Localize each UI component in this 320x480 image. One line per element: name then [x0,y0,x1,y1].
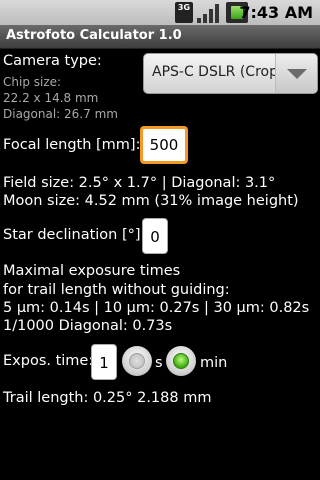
exposure-times-heading: Maximal exposure times [3,263,181,279]
camera-type-label: Camera type: [3,53,102,69]
exposure-times-subheading: for trail length without guiding: [3,282,230,298]
trail-length-text: Trail length: 0.25° 2.188 mm [3,390,212,406]
chip-size-value: 22.2 x 14.8 mm [3,91,99,105]
app-title: Astrofoto Calculator 1.0 [6,28,182,43]
field-size-text: Field size: 2.5° x 1.7° | Diagonal: 3.1° [3,175,276,191]
camera-type-spinner[interactable]: APS-C DSLR (Crop [143,53,318,94]
exposure-times-values: 5 µm: 0.14s | 10 µm: 0.27s | 30 µm: 0.82… [3,300,310,316]
radio-minutes-label: min [200,355,228,371]
signal-icon [197,2,219,23]
chevron-down-icon[interactable] [275,54,317,93]
star-declination-label: Star declination [°]: [3,227,146,243]
title-bar: Astrofoto Calculator 1.0 [0,25,320,49]
radio-seconds[interactable] [122,346,152,376]
chip-diagonal: Diagonal: 26.7 mm [3,107,118,121]
expos-time-input[interactable]: 1 [91,344,117,380]
camera-type-value: APS-C DSLR (Crop [152,64,276,80]
focal-length-input[interactable]: 500 [140,126,188,164]
star-declination-input[interactable]: 0 [142,218,168,254]
radio-seconds-label: s [155,355,163,371]
focal-length-label: Focal length [mm]: [3,137,141,153]
moon-size-text: Moon size: 4.52 mm (31% image height) [3,193,299,209]
network-type: 3G [177,3,191,12]
exposure-diagonal: 1/1000 Diagonal: 0.73s [3,318,173,334]
expos-time-label: Expos. time: [3,353,94,369]
chip-size-label: Chip size: [3,75,62,89]
radio-minutes[interactable] [166,346,196,376]
status-time: 7:43 AM [239,3,313,22]
3g-icon: 3G [175,2,193,23]
status-bar: 3G 7:43 AM [0,0,320,25]
